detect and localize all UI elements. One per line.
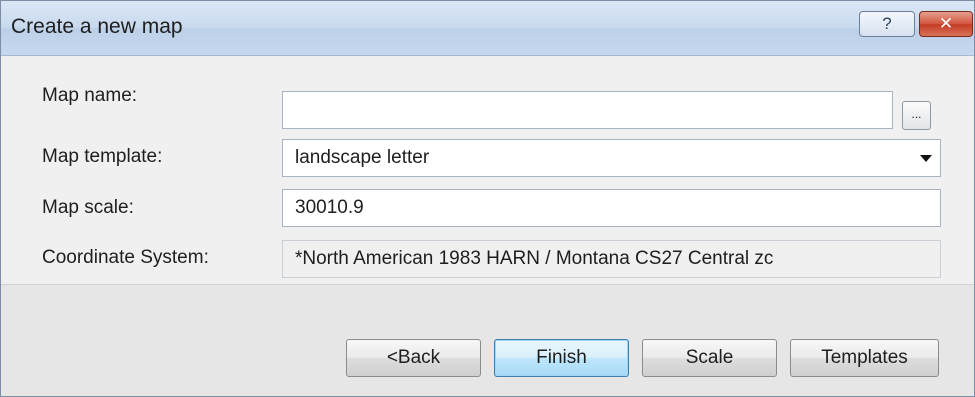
- ellipsis-icon: ...: [911, 107, 922, 121]
- browse-button[interactable]: ...: [902, 101, 931, 130]
- map-name-label: Map name:: [42, 85, 138, 106]
- templates-button[interactable]: Templates: [790, 339, 939, 377]
- map-scale-value: 30010.9: [295, 197, 364, 218]
- help-button[interactable]: ?: [859, 11, 915, 37]
- map-name-input[interactable]: [282, 91, 893, 129]
- scale-button-label: Scale: [685, 347, 734, 368]
- map-scale-label: Map scale:: [42, 197, 134, 218]
- templates-button-label: Templates: [821, 347, 908, 368]
- map-template-select[interactable]: landscape letter: [282, 139, 941, 177]
- button-bar: <Back Finish Scale Templates: [1, 284, 974, 396]
- back-button-label: <Back: [386, 347, 441, 368]
- coordinate-system-field[interactable]: *North American 1983 HARN / Montana CS27…: [282, 240, 941, 278]
- map-template-value: landscape letter: [295, 147, 430, 168]
- finish-button[interactable]: Finish: [494, 339, 629, 377]
- coordinate-system-label: Coordinate System:: [42, 247, 209, 268]
- map-scale-input[interactable]: 30010.9: [282, 189, 941, 227]
- create-map-dialog: Create a new map ? ✕ Map name: ... Map t…: [0, 0, 975, 397]
- close-icon: ✕: [938, 14, 954, 33]
- coordinate-system-value: *North American 1983 HARN / Montana CS27…: [295, 248, 774, 269]
- scale-button[interactable]: Scale: [642, 339, 777, 377]
- dialog-title: Create a new map: [11, 15, 183, 38]
- title-bar: Create a new map ? ✕: [1, 1, 974, 56]
- question-mark-icon: ?: [882, 14, 892, 33]
- finish-button-label: Finish: [536, 347, 587, 368]
- chevron-down-icon: [920, 155, 932, 162]
- back-button[interactable]: <Back: [346, 339, 481, 377]
- map-template-label: Map template:: [42, 146, 163, 167]
- close-button[interactable]: ✕: [919, 11, 973, 37]
- form-area: Map name: ... Map template: landscape le…: [1, 56, 974, 284]
